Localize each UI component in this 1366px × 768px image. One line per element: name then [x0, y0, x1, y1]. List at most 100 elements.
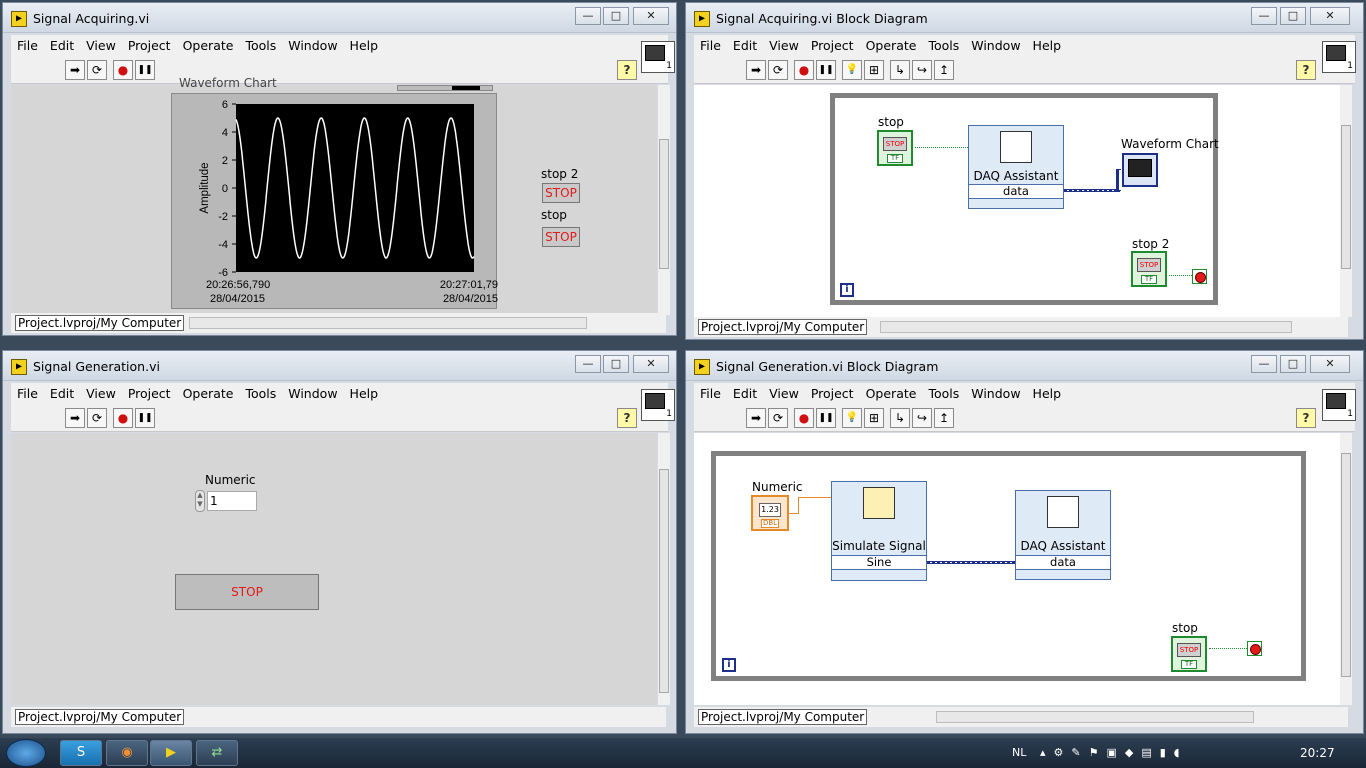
loop-condition-terminal[interactable] [1247, 641, 1262, 656]
loop-condition-terminal[interactable] [1192, 269, 1207, 284]
minimize-button[interactable]: — [1251, 355, 1277, 373]
taskbar-firefox-icon[interactable]: ◉ [106, 740, 148, 766]
taskbar-labview-icon[interactable]: ▶ [150, 740, 192, 766]
stop-terminal[interactable]: STOP TF [877, 130, 913, 166]
run-icon[interactable]: ➡ [746, 60, 766, 80]
abort-icon[interactable]: ● [794, 60, 814, 80]
menu-file[interactable]: File [11, 383, 44, 401]
menu-window[interactable]: Window [965, 35, 1026, 53]
menu-tools[interactable]: Tools [239, 383, 282, 401]
menu-file[interactable]: File [694, 383, 727, 401]
minimize-button[interactable]: — [1251, 7, 1277, 25]
horizontal-scrollbar[interactable] [936, 711, 1254, 723]
project-path[interactable]: Project.lvproj/My Computer [698, 319, 868, 335]
waveform-chart-terminal[interactable] [1122, 153, 1158, 187]
minimize-button[interactable]: — [575, 7, 601, 25]
titlebar[interactable]: ▶ Signal Acquiring.vi — □ ✕ [3, 3, 676, 33]
help-icon[interactable]: ? [1296, 408, 1316, 428]
step-out-icon[interactable]: ↥ [934, 408, 954, 428]
menu-project[interactable]: Project [122, 383, 177, 401]
step-out-icon[interactable]: ↥ [934, 60, 954, 80]
run-continuous-icon[interactable]: ⟳ [87, 408, 107, 428]
help-icon[interactable]: ? [617, 408, 637, 428]
close-button[interactable]: ✕ [1310, 7, 1350, 25]
menu-project[interactable]: Project [122, 35, 177, 53]
menu-view[interactable]: View [80, 35, 122, 53]
highlight-execution-icon[interactable]: 💡 [842, 60, 862, 80]
menu-view[interactable]: View [763, 35, 805, 53]
abort-icon[interactable]: ● [113, 60, 133, 80]
menu-operate[interactable]: Operate [860, 383, 923, 401]
menu-help[interactable]: Help [1027, 383, 1068, 401]
titlebar[interactable]: ▶ Signal Generation.vi — □ ✕ [3, 351, 676, 381]
run-icon[interactable]: ➡ [65, 408, 85, 428]
pause-icon[interactable]: ❚❚ [816, 408, 836, 428]
project-path[interactable]: Project.lvproj/My Computer [698, 709, 868, 725]
stop-button[interactable]: STOP [542, 227, 580, 247]
help-icon[interactable]: ? [1296, 60, 1316, 80]
run-continuous-icon[interactable]: ⟳ [768, 60, 788, 80]
tray-icons[interactable]: ▴⚙✎⚑▣◆▤▮◖ [1040, 746, 1188, 759]
vertical-scrollbar[interactable] [658, 85, 670, 315]
stop2-terminal[interactable]: STOP TF [1131, 251, 1167, 287]
menu-window[interactable]: Window [282, 383, 343, 401]
menu-window[interactable]: Window [965, 383, 1026, 401]
menu-view[interactable]: View [763, 383, 805, 401]
waveform-chart[interactable]: 6 4 2 0 -2 -4 -6 Amplitude 20:26:56,790 28/04/201… [171, 93, 498, 309]
menu-project[interactable]: Project [805, 383, 860, 401]
vertical-scrollbar[interactable] [1340, 85, 1352, 317]
daq-assistant-node[interactable]: DAQ Assistant data [968, 125, 1064, 209]
menu-help[interactable]: Help [1027, 35, 1068, 53]
pause-icon[interactable]: ❚❚ [135, 60, 155, 80]
horizontal-scrollbar[interactable] [880, 321, 1292, 333]
abort-icon[interactable]: ● [794, 408, 814, 428]
numeric-terminal[interactable]: 1.23 DBL [751, 495, 789, 531]
run-continuous-icon[interactable]: ⟳ [768, 408, 788, 428]
daq-assistant-node[interactable]: DAQ Assistant data [1015, 490, 1111, 580]
abort-icon[interactable]: ● [113, 408, 133, 428]
minimize-button[interactable]: — [575, 355, 601, 373]
step-over-icon[interactable]: ↪ [912, 408, 932, 428]
menu-operate[interactable]: Operate [177, 383, 240, 401]
run-continuous-icon[interactable]: ⟳ [87, 60, 107, 80]
menu-edit[interactable]: Edit [44, 35, 80, 53]
maximize-button[interactable]: □ [603, 7, 629, 25]
pause-icon[interactable]: ❚❚ [816, 60, 836, 80]
step-into-icon[interactable]: ↳ [890, 408, 910, 428]
stop-button[interactable]: STOP [175, 574, 319, 610]
taskbar-skype-icon[interactable]: S [60, 740, 102, 766]
menu-file[interactable]: File [11, 35, 44, 53]
step-over-icon[interactable]: ↪ [912, 60, 932, 80]
highlight-execution-icon[interactable]: 💡 [842, 408, 862, 428]
simulate-signal-node[interactable]: Simulate Signal Sine [831, 481, 927, 581]
run-icon[interactable]: ➡ [746, 408, 766, 428]
numeric-control[interactable]: 1 [207, 491, 257, 511]
vertical-scrollbar[interactable] [658, 433, 670, 705]
numeric-increment-decrement[interactable]: ▲ ▼ [195, 490, 205, 512]
menu-operate[interactable]: Operate [860, 35, 923, 53]
titlebar[interactable]: ▶ Signal Generation.vi Block Diagram — □… [686, 351, 1363, 381]
close-button[interactable]: ✕ [633, 7, 669, 25]
menu-tools[interactable]: Tools [922, 35, 965, 53]
run-icon[interactable]: ➡ [65, 60, 85, 80]
project-path[interactable]: Project.lvproj/My Computer [15, 709, 185, 725]
taskbar-app-icon[interactable]: ⇄ [196, 740, 238, 766]
maximize-button[interactable]: □ [1280, 7, 1306, 25]
project-path[interactable]: Project.lvproj/My Computer [15, 315, 185, 331]
pause-icon[interactable]: ❚❚ [135, 408, 155, 428]
help-icon[interactable]: ? [617, 60, 637, 80]
menu-tools[interactable]: Tools [239, 35, 282, 53]
close-button[interactable]: ✕ [1310, 355, 1350, 373]
start-button[interactable] [6, 739, 46, 767]
stop2-button[interactable]: STOP [542, 183, 580, 203]
maximize-button[interactable]: □ [1280, 355, 1306, 373]
menu-edit[interactable]: Edit [727, 35, 763, 53]
menu-file[interactable]: File [694, 35, 727, 53]
maximize-button[interactable]: □ [603, 355, 629, 373]
clock[interactable]: 20:27 [1300, 746, 1335, 760]
language-indicator[interactable]: NL [1012, 746, 1026, 759]
step-into-icon[interactable]: ↳ [890, 60, 910, 80]
vertical-scrollbar[interactable] [1340, 433, 1352, 705]
menu-help[interactable]: Help [344, 383, 385, 401]
titlebar[interactable]: ▶ Signal Acquiring.vi Block Diagram — □ … [686, 3, 1363, 33]
